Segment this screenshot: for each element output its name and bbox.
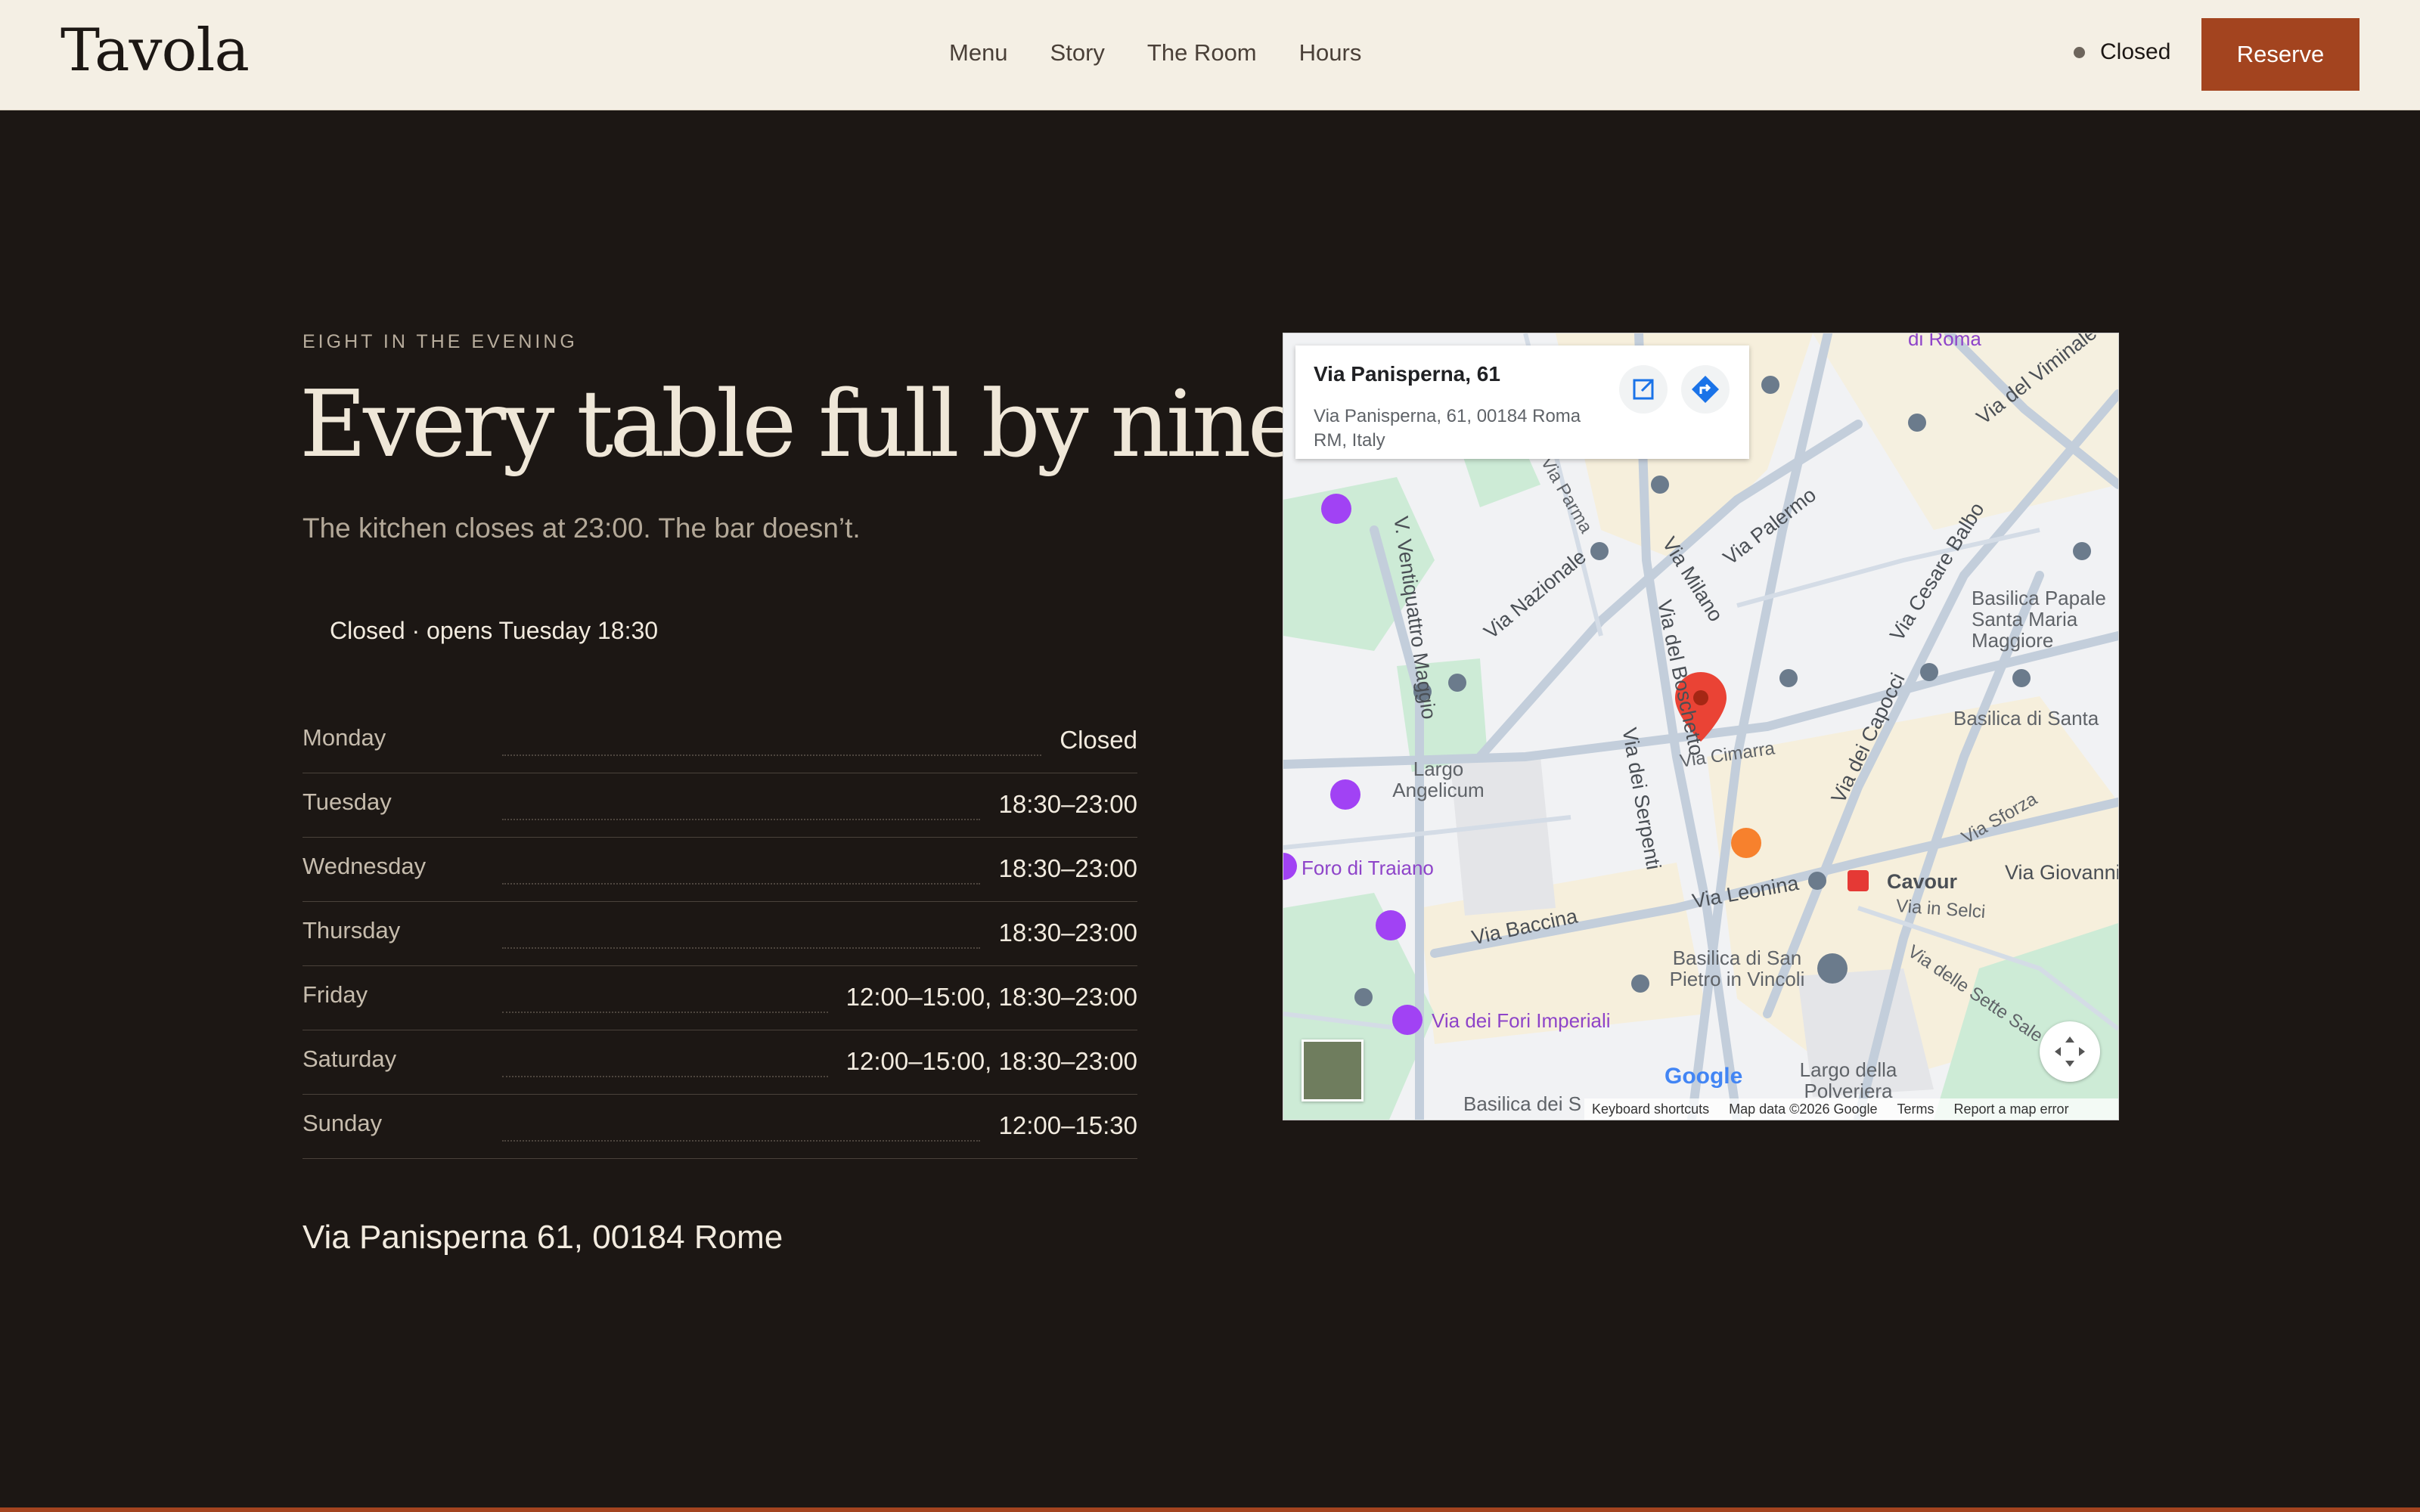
map-attribution: Keyboard shortcuts Map data ©2026 Google…: [1584, 1098, 2118, 1120]
map-label-place: Basilica di Santa: [1953, 707, 2099, 730]
main-nav: Menu Story The Room Hours: [949, 39, 1361, 67]
hours-table: Monday Closed Tuesday 18:30–23:00 Wednes…: [302, 709, 1137, 1159]
dot-leader: [502, 1012, 828, 1013]
hours-day: Friday: [302, 981, 368, 1008]
map-label-place: Largo Angelicum: [1392, 758, 1485, 801]
nav-menu[interactable]: Menu: [949, 39, 1008, 67]
hours-row-sunday: Sunday 12:00–15:30: [302, 1095, 1137, 1159]
hours-day: Tuesday: [302, 789, 392, 815]
reserve-button[interactable]: Reserve: [2201, 18, 2360, 91]
map-label-poi: Via dei Fori Imperiali: [1432, 1009, 1611, 1032]
fullscreen-icon[interactable]: [2040, 1021, 2100, 1082]
hours-day: Sunday: [302, 1110, 383, 1136]
hours-row-monday: Monday Closed: [302, 709, 1137, 773]
restaurant-address: Via Panisperna 61, 00184 Rome: [302, 1219, 783, 1256]
hours-row-saturday: Saturday 12:00–15:00, 18:30–23:00: [302, 1030, 1137, 1095]
dot-leader: [502, 754, 1042, 756]
dot-leader: [502, 947, 981, 949]
terms-link[interactable]: Terms: [1897, 1101, 1934, 1117]
hours-row-wednesday: Wednesday 18:30–23:00: [302, 838, 1137, 902]
hours-day: Saturday: [302, 1046, 397, 1072]
section-headline: Every table full by nine.: [299, 370, 1328, 478]
status-label: Closed: [2100, 39, 2171, 64]
embedded-map[interactable]: Via Parma V. Ventiquattro Maggio Via Naz…: [1283, 333, 2119, 1120]
dot-leader: [502, 1140, 981, 1142]
site-header: Tavola Menu Story The Room Hours Closed …: [0, 0, 2420, 110]
google-logo: Google: [1665, 1064, 1743, 1089]
place-info-card: Via Panisperna, 61 Via Panisperna, 61, 0…: [1295, 345, 1749, 459]
place-name: Via Panisperna, 61: [1314, 362, 1500, 386]
report-error-link[interactable]: Report a map error: [1954, 1101, 2069, 1117]
open-in-maps-icon[interactable]: [1619, 365, 1668, 414]
hours-day: Monday: [302, 724, 386, 751]
hours-row-friday: Friday 12:00–15:00, 18:30–23:00: [302, 966, 1137, 1030]
map-label-place: Basilica Papale Santa Maria Maggiore: [1972, 587, 2106, 652]
satellite-toggle[interactable]: [1302, 1040, 1364, 1101]
status-dot-icon: [2074, 46, 2085, 58]
section-subtitle: The kitchen closes at 23:00. The bar doe…: [302, 513, 861, 544]
hours-time: 12:00–15:30: [998, 1111, 1137, 1139]
hours-time: 12:00–15:00, 18:30–23:00: [845, 983, 1137, 1011]
dot-leader: [502, 1076, 828, 1077]
dot-leader: [502, 819, 981, 820]
hours-time: 18:30–23:00: [998, 790, 1137, 818]
map-label-poi: Foro di Traiano: [1302, 857, 1434, 879]
open-status: Closed: [2074, 39, 2170, 65]
hours-day: Wednesday: [302, 853, 427, 879]
map-label-station: Cavour: [1887, 870, 1958, 893]
hours-time: Closed: [1060, 726, 1137, 754]
nav-hours[interactable]: Hours: [1299, 39, 1362, 67]
map-label-place: Basilica di San Pietro in Vincoli: [1669, 947, 1805, 990]
hours-row-tuesday: Tuesday 18:30–23:00: [302, 773, 1137, 838]
logo[interactable]: Tavola: [60, 17, 250, 85]
section-eyebrow: EIGHT IN THE EVENING: [302, 331, 578, 352]
map-label-street: Via Giovanni Lanza: [2005, 861, 2119, 884]
today-status: Closed · opens Tuesday 18:30: [330, 617, 659, 644]
hours-row-thursday: Thursday 18:30–23:00: [302, 902, 1137, 966]
map-label-place: Largo della Polveriera: [1799, 1058, 1897, 1102]
map-label-place: Basilica dei S: [1463, 1092, 1582, 1115]
hours-time: 18:30–23:00: [998, 854, 1137, 882]
directions-icon[interactable]: [1681, 365, 1730, 414]
footer-accent-bar: [0, 1507, 2420, 1512]
place-address: Via Panisperna, 61, 00184 Roma RM, Italy: [1314, 406, 1581, 451]
hours-day: Thursday: [302, 917, 401, 943]
nav-the-room[interactable]: The Room: [1147, 39, 1257, 67]
keyboard-shortcuts-link[interactable]: Keyboard shortcuts: [1592, 1101, 1709, 1117]
map-data-text: Map data ©2026 Google: [1729, 1101, 1878, 1117]
hours-time: 18:30–23:00: [998, 919, 1137, 947]
nav-story[interactable]: Story: [1050, 39, 1105, 67]
hours-time: 12:00–15:00, 18:30–23:00: [845, 1047, 1137, 1075]
map-label-place: di Roma: [1908, 333, 1981, 350]
dot-leader: [502, 883, 981, 885]
